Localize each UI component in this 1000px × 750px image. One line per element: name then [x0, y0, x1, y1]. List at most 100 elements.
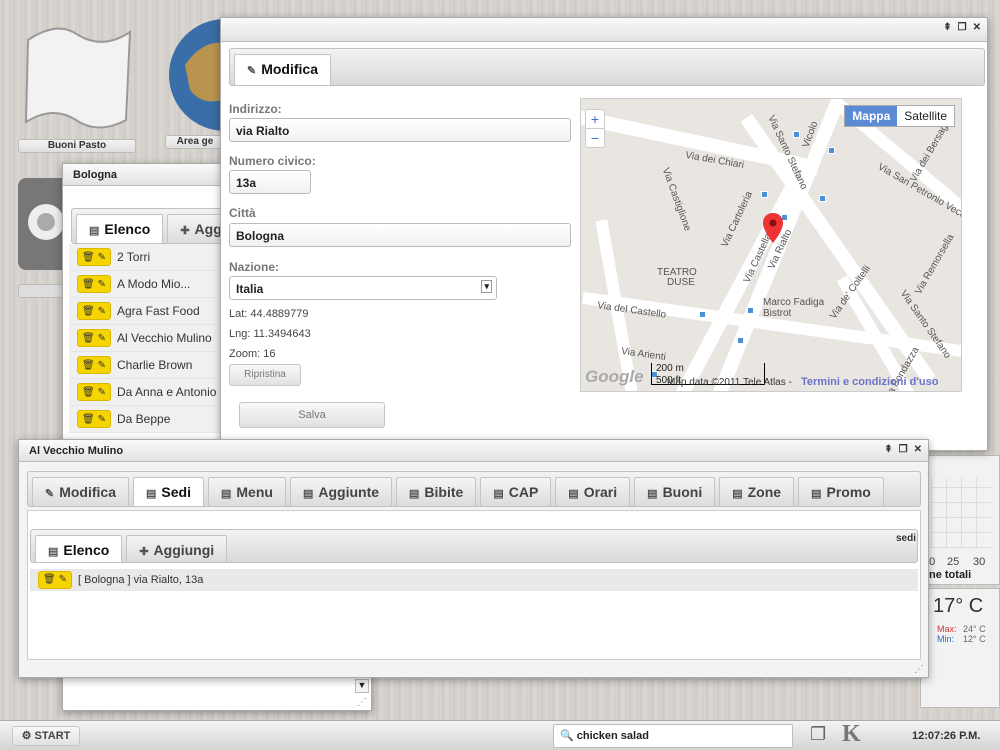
edit-icon[interactable]: ✎: [98, 279, 106, 290]
tab-promo[interactable]: ▤ Promo: [798, 477, 884, 506]
citta-input[interactable]: Bologna: [229, 223, 571, 247]
edit-icon[interactable]: ✎: [98, 360, 106, 371]
tab-bibite[interactable]: ▤ Bibite: [396, 477, 477, 506]
edit-icon: ✎: [247, 65, 257, 77]
list-item[interactable]: 🗑 ✎ [ Bologna ] via Rialto, 13a: [30, 569, 918, 591]
tab-zone[interactable]: ▤ Zone: [719, 477, 795, 506]
globe-icon: [169, 19, 225, 131]
tab-modifica[interactable]: ✎ Modifica: [32, 477, 129, 506]
main-tabs: ✎ Modifica ▤ Sedi ▤ Menu ▤ Aggiunte ▤ Bibite …: [27, 471, 921, 507]
row-actions[interactable]: 🗑 ✎: [77, 383, 111, 401]
window-title: Bologna: [73, 169, 117, 181]
tab-aggiunte[interactable]: ▤ Aggiunte: [289, 477, 393, 506]
lat-value: Lat: 44.4889779: [229, 308, 309, 320]
trash-icon[interactable]: 🗑: [82, 252, 95, 263]
trash-icon[interactable]: 🗑: [43, 574, 56, 585]
restore-icon[interactable]: ❐: [958, 22, 967, 33]
row-actions[interactable]: 🗑 ✎: [77, 275, 111, 293]
start-button[interactable]: ⚙ START: [12, 726, 80, 746]
windows-icon[interactable]: ❐: [810, 724, 826, 745]
row-actions[interactable]: 🗑 ✎: [77, 302, 111, 320]
tab-buoni[interactable]: ▤ Buoni: [634, 477, 716, 506]
indirizzo-label: Indirizzo:: [229, 102, 282, 116]
trash-icon[interactable]: 🗑: [82, 414, 95, 425]
tab-elenco[interactable]: ▤ Elenco: [35, 535, 123, 562]
clock: 12:07:26 P.M.: [912, 730, 981, 742]
window-titlebar[interactable]: ⇞ ❐ ✕: [221, 18, 987, 42]
map-type-control: Mappa Satellite: [844, 105, 955, 127]
row-actions[interactable]: 🗑 ✎: [77, 329, 111, 347]
list-icon: ▤: [89, 225, 100, 237]
pin-icon[interactable]: ⇞: [943, 22, 951, 33]
desktop-icon-camera[interactable]: [12, 168, 72, 281]
chevron-down-icon[interactable]: ▾: [481, 280, 492, 293]
list-icon: ▤: [302, 488, 314, 500]
edit-icon[interactable]: ✎: [98, 333, 106, 344]
list-icon: ▤: [811, 488, 822, 500]
chart-caption: ne totali: [929, 569, 972, 581]
bus-stop-icon: [819, 195, 826, 202]
desktop-icon-buoni-pasto[interactable]: Buoni Pasto: [18, 20, 136, 153]
salva-button[interactable]: Salva: [239, 402, 385, 428]
desktop-icon-area[interactable]: Area ge: [165, 15, 225, 149]
edit-icon[interactable]: ✎: [98, 306, 106, 317]
street-label: Via Remorsella: [913, 232, 957, 297]
list-icon: ▤: [48, 546, 59, 558]
scroll-down-arrow[interactable]: ▼: [355, 679, 369, 693]
trash-icon[interactable]: 🗑: [82, 279, 95, 290]
tab-elenco[interactable]: ▤ Elenco: [76, 214, 164, 243]
map-terms-link[interactable]: Termini e condizioni d'uso: [801, 376, 938, 388]
ripristina-button[interactable]: Ripristina: [229, 364, 301, 386]
list-icon: ▤: [647, 488, 658, 500]
trash-icon[interactable]: 🗑: [82, 360, 95, 371]
desktop-icon-label: Area ge: [165, 135, 225, 149]
poi-label: Bistrot: [763, 308, 792, 319]
tab-cap[interactable]: ▤ CAP: [480, 477, 552, 506]
row-actions[interactable]: 🗑 ✎: [77, 410, 111, 428]
sedi-panel: ▤ Elenco ✚ Aggiungi sedi 🗑 ✎ [ Bologna ] vi…: [27, 510, 921, 660]
resize-grip-icon[interactable]: ⋰: [914, 664, 924, 675]
edit-icon[interactable]: ✎: [59, 574, 67, 585]
street-label: Via Castiglione: [659, 166, 693, 233]
nazione-select[interactable]: Italia ▾: [229, 276, 497, 300]
window-controls: ⇞ ❐ ✕: [943, 22, 981, 33]
tab-orari[interactable]: ▤ Orari: [555, 477, 631, 506]
tab-modifica[interactable]: ✎ Modifica: [234, 54, 331, 85]
row-actions[interactable]: 🗑 ✎: [77, 248, 111, 266]
edit-icon[interactable]: ✎: [98, 414, 106, 425]
map-view[interactable]: Via dei Chiari Via Castiglione Via Carto…: [580, 98, 962, 392]
camera-icon: [18, 178, 72, 270]
window-titlebar[interactable]: Al Vecchio Mulino ⇞ ❐ ✕: [19, 440, 928, 462]
min-value: 12° C: [963, 634, 986, 644]
k-logo-icon[interactable]: K: [842, 721, 861, 748]
mappa-button[interactable]: Mappa: [845, 106, 898, 126]
zoom-out-button[interactable]: −: [586, 129, 604, 147]
trash-icon[interactable]: 🗑: [82, 306, 95, 317]
civico-input[interactable]: 13a: [229, 170, 311, 194]
tab-aggiungi[interactable]: ✚ Aggiungi: [126, 535, 228, 562]
poi-label: Marco Fadiga: [763, 297, 825, 308]
min-label: Min:: [937, 634, 955, 644]
satellite-button[interactable]: Satellite: [897, 106, 954, 126]
edit-icon[interactable]: ✎: [98, 252, 106, 263]
bus-stop-icon: [747, 307, 754, 314]
tab-bar: ✎ Modifica: [229, 48, 985, 86]
edit-icon[interactable]: ✎: [98, 387, 106, 398]
trash-icon[interactable]: 🗑: [82, 387, 95, 398]
close-icon[interactable]: ✕: [973, 22, 981, 33]
zoom-in-button[interactable]: +: [586, 110, 604, 129]
tab-menu[interactable]: ▤ Menu: [207, 477, 286, 506]
row-actions[interactable]: 🗑 ✎: [77, 356, 111, 374]
row-actions[interactable]: 🗑 ✎: [38, 570, 72, 589]
indirizzo-input[interactable]: via Rialto: [229, 118, 571, 142]
trash-icon[interactable]: 🗑: [82, 333, 95, 344]
bus-stop-icon: [793, 131, 800, 138]
tab-sedi[interactable]: ▤ Sedi: [133, 477, 204, 506]
close-icon[interactable]: ✕: [914, 444, 922, 455]
search-box[interactable]: 🔍 chicken salad: [553, 724, 793, 748]
pin-icon[interactable]: ⇞: [884, 444, 892, 455]
map-copyright: Map data ©2011 Tele Atlas -: [667, 377, 792, 388]
resize-grip-icon[interactable]: ⋰: [357, 697, 367, 708]
restore-icon[interactable]: ❐: [899, 444, 908, 455]
desktop-icon-label: Buoni Pasto: [18, 139, 136, 153]
